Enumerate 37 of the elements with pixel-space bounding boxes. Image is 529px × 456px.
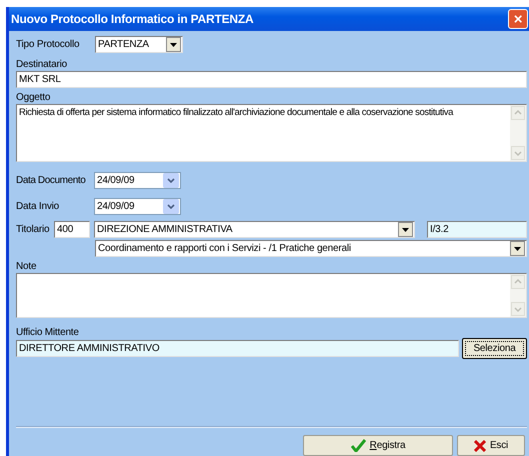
- dropdown-button[interactable]: [166, 37, 181, 52]
- recipient-field[interactable]: MKT SRL: [16, 71, 527, 88]
- field-label: Data Documento: [16, 174, 86, 188]
- chevron-icon: [167, 204, 175, 209]
- notes-textarea[interactable]: [16, 273, 527, 318]
- exit-button[interactable]: Esci: [457, 435, 525, 456]
- dropdown-button[interactable]: [510, 241, 525, 256]
- register-button[interactable]: Registra: [303, 435, 453, 456]
- field-label: Titolario: [16, 223, 50, 237]
- subject-text: Richiesta di offerta per sistema informatico filnalizzato all'archiviazione documentale e alla coservazione sostitutiva: [18, 106, 454, 120]
- scrollbar[interactable]: [510, 274, 526, 317]
- x-icon: [474, 440, 486, 452]
- field-label: Tipo Protocollo: [16, 38, 80, 52]
- subcategory-dropdown[interactable]: Coordinamento e rapporti con i Servizi - /1 Pratiche generali: [95, 240, 527, 257]
- date-picker[interactable]: 24/09/09: [94, 198, 181, 215]
- date-picker[interactable]: 24/09/09: [94, 172, 181, 189]
- field-label: Note: [16, 260, 38, 273]
- scrollbar[interactable]: [510, 105, 526, 161]
- dropdown-button[interactable]: [398, 222, 413, 237]
- category-dropdown[interactable]: DIREZIONE AMMINISTRATIVA: [94, 221, 415, 238]
- office-field: DIRETTORE AMMINISTRATIVO: [16, 340, 459, 357]
- caret-icon: [402, 228, 409, 232]
- chevron-icon: [167, 178, 175, 183]
- field-label: Ufficio Mittente: [16, 326, 80, 339]
- caret-icon: [170, 42, 177, 46]
- caret-icon: [514, 246, 521, 250]
- field-label: Data Invio: [16, 200, 60, 214]
- code-field[interactable]: 400: [54, 221, 90, 238]
- index-field: I/3.2: [427, 221, 527, 238]
- select-button[interactable]: Seleziona: [462, 338, 527, 359]
- field-label: Destinatario: [16, 58, 68, 71]
- window-title: Nuovo Protocollo Informatico in PARTENZA: [11, 11, 254, 28]
- subject-textarea[interactable]: Richiesta di offerta per sistema informatico filnalizzato all'archiviazione documentale e alla coservazione sostitutiva: [16, 104, 527, 162]
- field-label: Oggetto: [16, 91, 52, 104]
- check-icon: [350, 439, 366, 452]
- close-button[interactable]: ×: [508, 9, 528, 29]
- type-dropdown[interactable]: PARTENZA: [95, 36, 183, 53]
